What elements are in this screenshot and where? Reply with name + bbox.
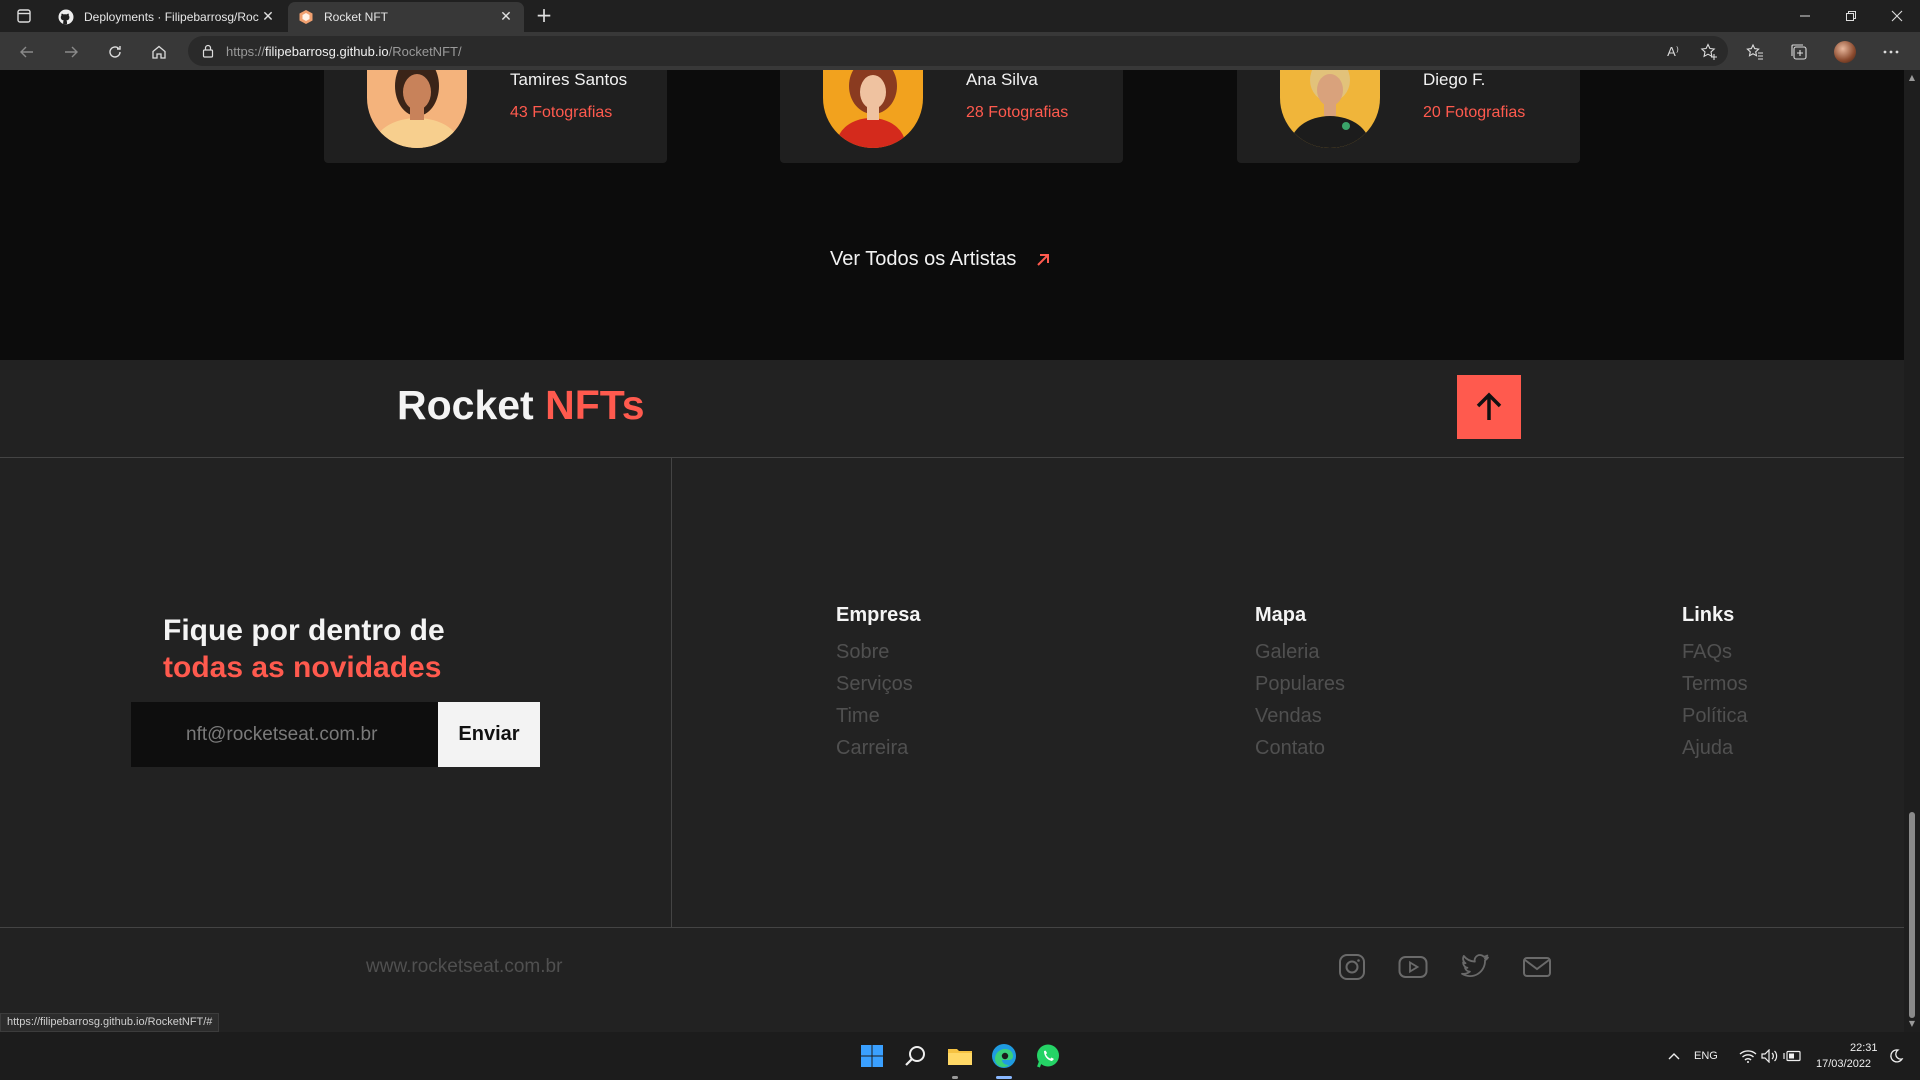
footer-link[interactable]: FAQs — [1682, 636, 1748, 668]
artist-name: Ana Silva — [966, 70, 1038, 89]
tab-title: Deployments · Filipebarrosg/Roc — [84, 10, 259, 24]
clock-date[interactable]: 17/03/2022 — [1816, 1058, 1871, 1070]
scroll-down-icon[interactable]: ▼ — [1908, 1020, 1916, 1028]
footer-link[interactable]: Sobre — [836, 636, 921, 668]
artist-photo-count: 43 Fotografias — [510, 104, 613, 121]
footer: Rocket NFTs Fique por dentro de todas as… — [0, 360, 1904, 1032]
footer-links-section: Empresa Sobre Serviços Time Carreira Map… — [672, 458, 1904, 928]
home-icon[interactable] — [146, 39, 172, 65]
tab-actions-icon[interactable] — [12, 6, 36, 26]
artist-card[interactable]: Diego F. 20 Fotografias — [1237, 70, 1580, 163]
refresh-icon[interactable] — [102, 39, 128, 65]
column-title: Empresa — [836, 604, 921, 626]
submit-button[interactable]: Enviar — [438, 702, 540, 767]
tab-rocket-nft[interactable]: Rocket NFT ✕ — [288, 2, 524, 32]
add-favorite-icon[interactable] — [1696, 39, 1722, 65]
email-field[interactable] — [131, 702, 438, 767]
more-icon[interactable] — [1878, 39, 1904, 65]
notifications-icon[interactable] — [1880, 1040, 1912, 1072]
tab-deployments[interactable]: Deployments · Filipebarrosg/Roc ✕ — [48, 2, 286, 32]
footer-link[interactable]: Termos — [1682, 668, 1748, 700]
column-title: Mapa — [1255, 604, 1307, 626]
browser-tab-bar: Deployments · Filipebarrosg/Roc ✕ Rocket… — [0, 0, 1920, 32]
running-app-indicator — [952, 1076, 958, 1079]
artist-avatar — [1280, 70, 1380, 148]
artist-name: Diego F. — [1423, 70, 1486, 89]
footer-link[interactable]: Contato — [1255, 732, 1345, 764]
minimize-icon[interactable] — [1782, 0, 1828, 32]
forward-icon[interactable] — [58, 39, 84, 65]
close-window-icon[interactable] — [1874, 0, 1920, 32]
status-bar-url: https://filipebarrosg.github.io/RocketNF… — [0, 1013, 220, 1032]
footer-link[interactable]: Galeria — [1255, 636, 1345, 668]
newsletter-title: Fique por dentro de todas as novidades — [163, 614, 445, 684]
favorites-icon[interactable] — [1742, 39, 1768, 65]
close-tab-icon[interactable]: ✕ — [260, 9, 276, 25]
youtube-icon[interactable] — [1398, 952, 1428, 982]
close-tab-icon[interactable]: ✕ — [498, 9, 514, 25]
newsletter-section: Fique por dentro de todas as novidades E… — [0, 458, 672, 928]
artist-avatar — [823, 70, 923, 148]
artist-card[interactable]: Ana Silva 28 Fotografias — [780, 70, 1123, 163]
footer-column-mapa: Mapa Galeria Populares Vendas Contato — [1255, 604, 1345, 764]
footer-link[interactable]: Política — [1682, 700, 1748, 732]
rocket-nft-favicon — [299, 10, 313, 24]
brand-logo[interactable]: Rocket NFTs — [397, 382, 645, 429]
battery-icon[interactable] — [1776, 1040, 1808, 1072]
footer-column-empresa: Empresa Sobre Serviços Time Carreira — [836, 604, 921, 764]
see-all-artists-link[interactable]: Ver Todos os Artistas — [830, 248, 1052, 271]
artist-photo-count: 20 Fotografias — [1423, 104, 1526, 121]
mail-icon[interactable] — [1522, 952, 1552, 982]
site-url[interactable]: www.rocketseat.com.br — [366, 956, 562, 978]
edge-browser-icon[interactable] — [988, 1040, 1020, 1072]
footer-column-links: Links FAQs Termos Política Ajuda — [1682, 604, 1748, 764]
language-indicator[interactable]: ENG — [1694, 1050, 1718, 1062]
twitter-icon[interactable] — [1460, 952, 1490, 982]
footer-link[interactable]: Populares — [1255, 668, 1345, 700]
artist-photo-count: 28 Fotografias — [966, 104, 1069, 121]
clock-time[interactable]: 22:31 — [1850, 1042, 1878, 1054]
back-icon[interactable] — [14, 39, 40, 65]
restore-icon[interactable] — [1828, 0, 1874, 32]
instagram-icon[interactable] — [1337, 952, 1367, 982]
chevron-up-icon[interactable] — [1658, 1040, 1690, 1072]
taskbar: ENG 22:31 17/03/2022 — [0, 1032, 1920, 1080]
whatsapp-icon[interactable] — [1032, 1040, 1064, 1072]
arrow-up-right-icon — [1037, 253, 1050, 266]
active-app-indicator — [996, 1076, 1012, 1079]
footer-link[interactable]: Serviços — [836, 668, 921, 700]
artist-name: Tamires Santos — [510, 70, 628, 89]
profile-avatar[interactable] — [1832, 39, 1858, 65]
footer-link[interactable]: Carreira — [836, 732, 921, 764]
artist-card[interactable]: Tamires Santos 43 Fotografias — [324, 70, 667, 163]
browser-address-bar: https://filipebarrosg.github.io/RocketNF… — [0, 32, 1920, 70]
github-icon — [58, 9, 74, 25]
arrow-up-icon — [1476, 392, 1502, 420]
page-viewport: Tamires Santos 43 Fotografias Ana Silva … — [0, 70, 1904, 1032]
page-scrollbar[interactable]: ▲ ▼ — [1904, 70, 1920, 1032]
column-title: Links — [1682, 604, 1735, 626]
read-aloud-icon[interactable]: A⁾ — [1660, 39, 1686, 65]
url-text: https://filipebarrosg.github.io/RocketNF… — [226, 43, 462, 59]
back-to-top-button[interactable] — [1457, 375, 1521, 439]
scrollbar-thumb[interactable] — [1909, 812, 1915, 1018]
lock-icon[interactable] — [202, 44, 214, 58]
new-tab-icon[interactable]: + — [533, 5, 555, 27]
artist-avatar — [367, 70, 467, 148]
scroll-up-icon[interactable]: ▲ — [1908, 74, 1916, 82]
footer-header: Rocket NFTs — [0, 360, 1904, 458]
footer-link[interactable]: Vendas — [1255, 700, 1345, 732]
newsletter-form: Enviar — [131, 702, 540, 767]
see-all-artists-label: Ver Todos os Artistas — [830, 248, 1017, 270]
footer-bottom: www.rocketseat.com.br — [0, 928, 1904, 1032]
tab-title: Rocket NFT — [324, 10, 389, 24]
windows-start-icon[interactable] — [856, 1040, 888, 1072]
file-explorer-icon[interactable] — [944, 1040, 976, 1072]
footer-link[interactable]: Time — [836, 700, 921, 732]
search-icon[interactable] — [900, 1040, 932, 1072]
collections-icon[interactable] — [1786, 39, 1812, 65]
footer-link[interactable]: Ajuda — [1682, 732, 1748, 764]
url-field[interactable]: https://filipebarrosg.github.io/RocketNF… — [188, 36, 1728, 66]
